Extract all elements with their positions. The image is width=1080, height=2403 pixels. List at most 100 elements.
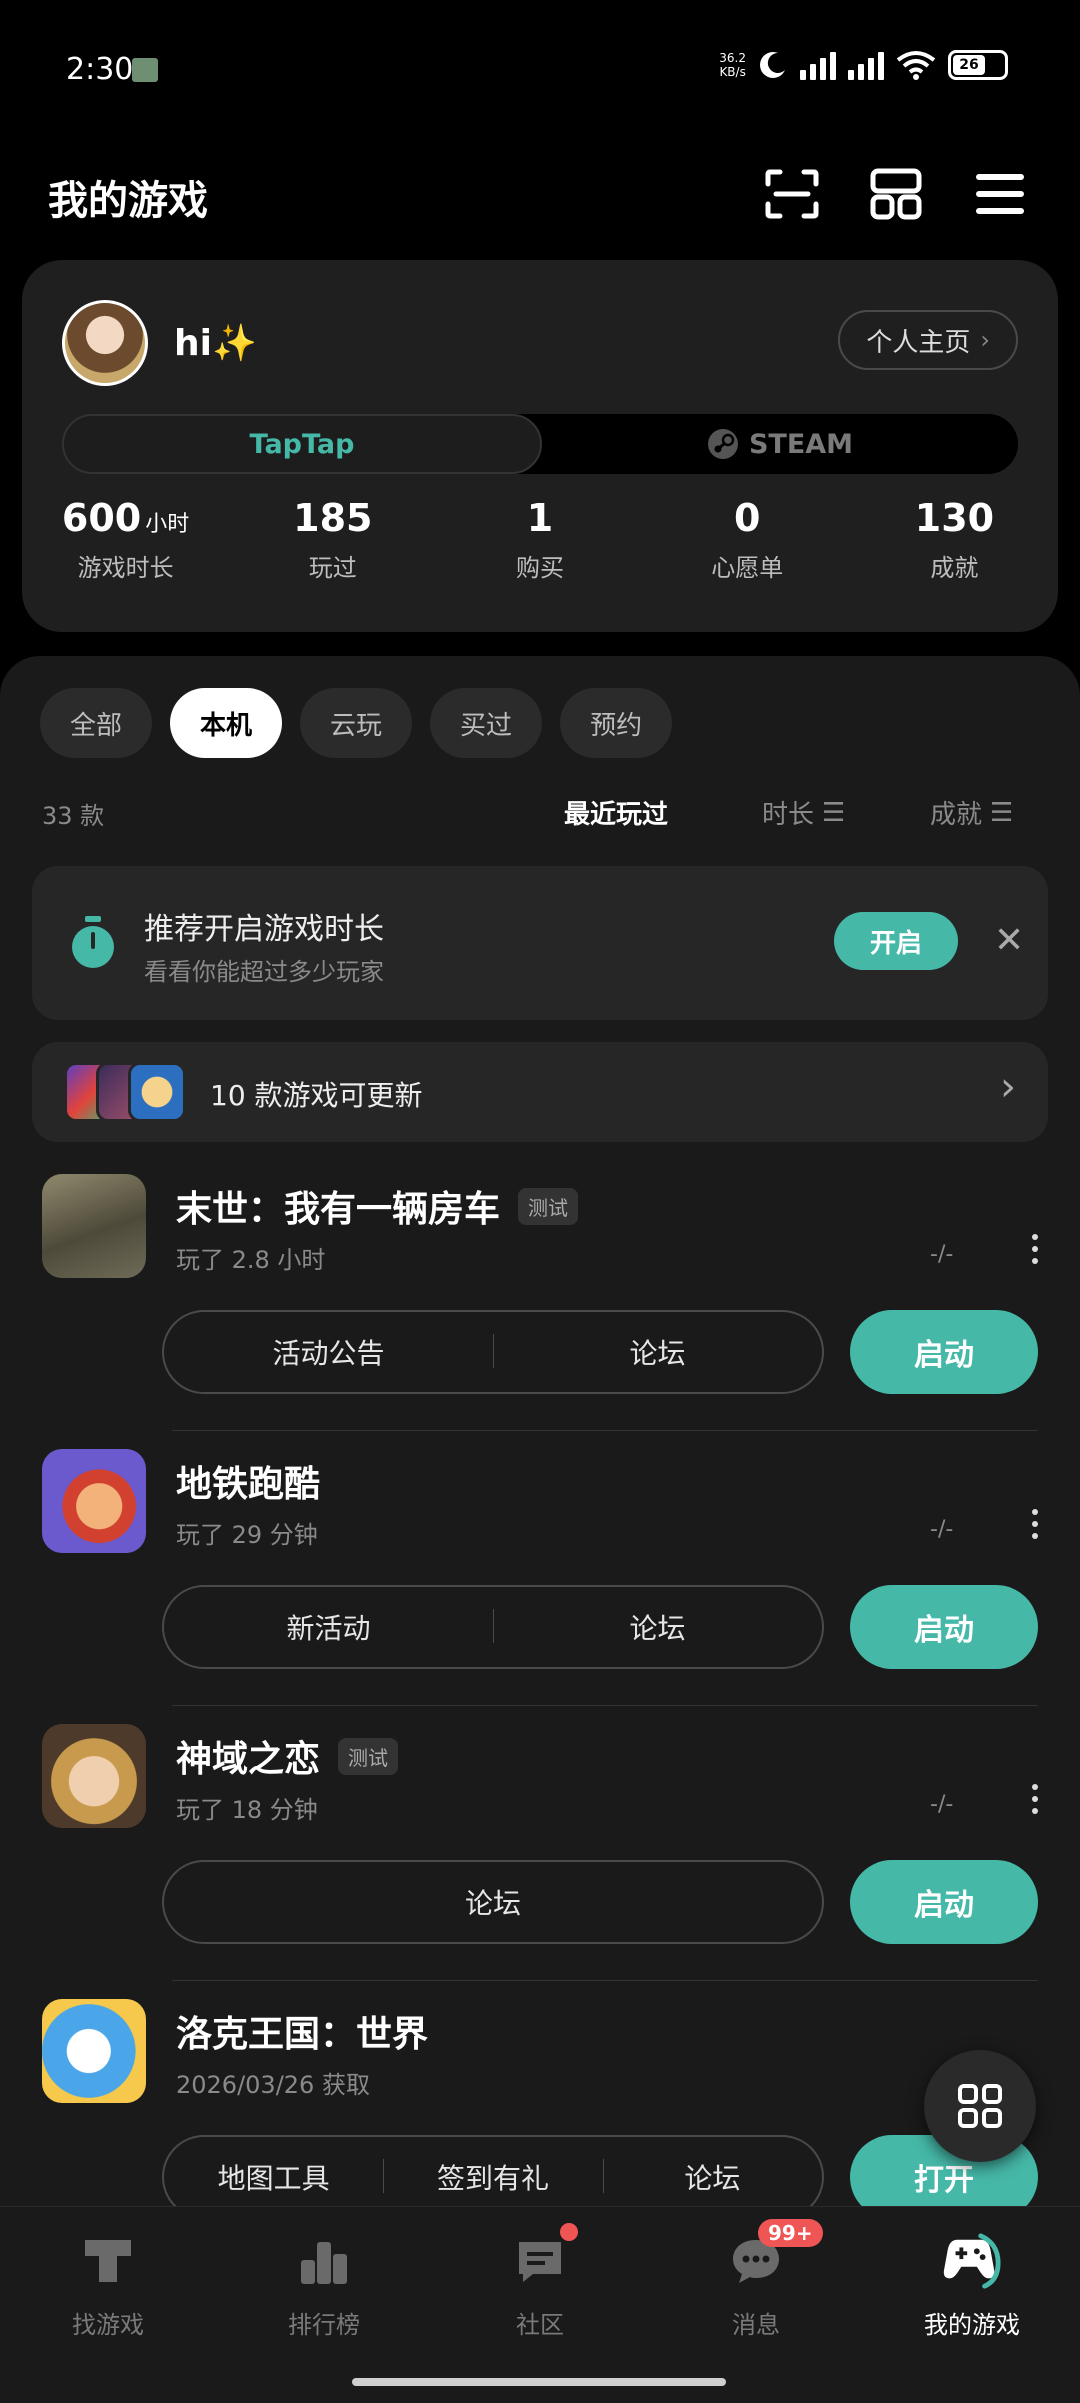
avatar[interactable] bbox=[62, 300, 148, 386]
stat-played[interactable]: 185 玩过 bbox=[229, 496, 436, 583]
bottom-nav: 找游戏 排行榜 社区 99+ 消息 我的游戏 bbox=[0, 2206, 1080, 2403]
nav-label: 排行榜 bbox=[288, 2311, 360, 2339]
tab-steam-label: STEAM bbox=[748, 428, 854, 460]
sort-recent[interactable]: 最近玩过 bbox=[564, 794, 668, 831]
stat-playtime[interactable]: 600 小时游戏时长 bbox=[22, 496, 229, 583]
chip-local[interactable]: 本机 bbox=[170, 688, 283, 758]
stat-value: 0 bbox=[733, 496, 761, 540]
game-rating: -/- bbox=[930, 1792, 954, 1817]
stopwatch-icon bbox=[72, 916, 114, 968]
stat-unit: 小时 bbox=[145, 512, 190, 537]
game-playtime: 玩了 2.8 小时 bbox=[176, 1246, 326, 1274]
sort-duration-label: 时长 bbox=[762, 800, 815, 830]
launch-button[interactable]: 启动 bbox=[850, 1310, 1038, 1394]
game-title-text: 洛克王国：世界 bbox=[176, 2014, 429, 2055]
more-options-icon[interactable] bbox=[1030, 1509, 1040, 1539]
game-links: 活动公告 论坛 bbox=[162, 1310, 824, 1394]
stat-value: 600 bbox=[61, 496, 142, 540]
launch-button[interactable]: 启动 bbox=[850, 1585, 1038, 1669]
game-playtime: 玩了 29 分钟 bbox=[176, 1521, 318, 1549]
game-icon[interactable] bbox=[42, 1449, 146, 1553]
game-title[interactable]: 地铁跑酷 bbox=[176, 1455, 320, 1507]
test-tag: 测试 bbox=[518, 1187, 579, 1225]
stat-achievements[interactable]: 130 成就 bbox=[851, 496, 1058, 583]
update-game-icons bbox=[64, 1062, 188, 1122]
nav-find-games[interactable]: 找游戏 bbox=[0, 2207, 216, 2403]
notification-thumbnail-icon bbox=[132, 58, 158, 82]
chip-cloud[interactable]: 云玩 bbox=[300, 688, 413, 758]
playtime-tip-card: 推荐开启游戏时长 看看你能超过多少玩家 开启 ✕ bbox=[32, 866, 1048, 1020]
close-icon[interactable]: ✕ bbox=[994, 920, 1024, 961]
unread-badge: 99+ bbox=[758, 2219, 823, 2247]
stat-label: 玩过 bbox=[308, 554, 357, 582]
game-icon[interactable] bbox=[42, 1724, 146, 1828]
nav-label: 社区 bbox=[516, 2311, 564, 2339]
moon-icon bbox=[760, 52, 785, 78]
stat-label: 游戏时长 bbox=[77, 554, 174, 582]
enable-button[interactable]: 开启 bbox=[834, 912, 958, 970]
stats-row: 600 小时游戏时长 185 玩过 1 购买 0 心愿单 130 成就 bbox=[22, 496, 1058, 583]
game-item: 地铁跑酷 玩了 29 分钟 -/- 新活动 论坛 启动 bbox=[0, 1449, 1080, 1723]
tip-subtitle: 看看你能超过多少玩家 bbox=[144, 958, 384, 986]
grid-layout-icon[interactable] bbox=[864, 162, 928, 226]
game-title-text: 地铁跑酷 bbox=[176, 1464, 321, 1505]
grid-icon bbox=[958, 2084, 1002, 2128]
divider bbox=[172, 1430, 1038, 1431]
game-rating: -/- bbox=[930, 1517, 954, 1542]
community-icon bbox=[510, 2223, 578, 2291]
ranking-icon bbox=[294, 2231, 354, 2291]
stat-purchased[interactable]: 1 购买 bbox=[436, 496, 643, 583]
game-icon[interactable] bbox=[42, 1174, 146, 1278]
game-title[interactable]: 末世：我有一辆房车 测试 bbox=[176, 1180, 579, 1232]
sort-duration[interactable]: 时长 ☰ bbox=[762, 794, 845, 831]
tab-steam[interactable]: STEAM bbox=[542, 414, 1018, 474]
nav-community[interactable]: 社区 bbox=[432, 2207, 648, 2403]
game-item: 神域之恋 测试 玩了 18 分钟 -/- 论坛 启动 bbox=[0, 1724, 1080, 1998]
nav-my-games[interactable]: 我的游戏 bbox=[864, 2207, 1080, 2403]
nav-messages[interactable]: 99+ 消息 bbox=[648, 2207, 864, 2403]
sort-icon: ☰ bbox=[822, 797, 846, 828]
chip-reserved[interactable]: 预约 bbox=[560, 688, 673, 758]
scan-icon[interactable] bbox=[760, 162, 824, 226]
stat-wishlist[interactable]: 0 心愿单 bbox=[644, 496, 851, 583]
hamburger-menu-icon[interactable] bbox=[968, 162, 1032, 226]
homepage-button[interactable]: 个人主页 › bbox=[838, 310, 1018, 370]
link-map-tool[interactable]: 地图工具 bbox=[164, 2157, 383, 2197]
network-speed: 36.2 KB/s bbox=[719, 51, 746, 79]
chip-bought[interactable]: 买过 bbox=[430, 688, 543, 758]
tab-taptap[interactable]: TapTap bbox=[62, 414, 542, 474]
test-tag: 测试 bbox=[338, 1737, 399, 1775]
launch-button[interactable]: 启动 bbox=[850, 1860, 1038, 1944]
link-announcement[interactable]: 活动公告 bbox=[164, 1332, 493, 1372]
sort-achievement[interactable]: 成就 ☰ bbox=[930, 794, 1013, 831]
game-playtime: 玩了 18 分钟 bbox=[176, 1796, 318, 1824]
link-forum[interactable]: 论坛 bbox=[493, 1607, 822, 1647]
home-indicator[interactable] bbox=[352, 2378, 726, 2386]
update-card[interactable]: 10 款游戏可更新 › bbox=[32, 1042, 1048, 1142]
nav-ranking[interactable]: 排行榜 bbox=[216, 2207, 432, 2403]
battery-icon: 26 bbox=[948, 50, 1008, 80]
more-options-icon[interactable] bbox=[1030, 1234, 1040, 1264]
link-forum[interactable]: 论坛 bbox=[602, 2157, 822, 2197]
sort-achievement-label: 成就 bbox=[930, 800, 983, 830]
link-forum[interactable]: 论坛 bbox=[164, 1882, 822, 1922]
link-checkin-reward[interactable]: 签到有礼 bbox=[383, 2157, 602, 2197]
quick-grid-button[interactable] bbox=[924, 2050, 1036, 2162]
game-rating: -/- bbox=[930, 1242, 954, 1267]
user-name: hi✨ bbox=[174, 323, 257, 364]
tip-title: 推荐开启游戏时长 bbox=[144, 912, 384, 947]
game-title[interactable]: 洛克王国：世界 bbox=[176, 2005, 428, 2057]
link-new-event[interactable]: 新活动 bbox=[164, 1607, 493, 1647]
steam-icon bbox=[707, 429, 738, 459]
my-games-icon bbox=[942, 2231, 1002, 2291]
stat-label: 心愿单 bbox=[711, 554, 784, 582]
platform-toggle: TapTap STEAM bbox=[62, 414, 1018, 474]
chip-all[interactable]: 全部 bbox=[40, 688, 153, 758]
more-options-icon[interactable] bbox=[1030, 1784, 1040, 1814]
link-forum[interactable]: 论坛 bbox=[493, 1332, 822, 1372]
status-time: 2:30 bbox=[66, 52, 134, 87]
game-icon[interactable] bbox=[42, 1999, 146, 2103]
game-title-text: 神域之恋 bbox=[176, 1739, 321, 1780]
game-title[interactable]: 神域之恋 测试 bbox=[176, 1730, 399, 1782]
sort-recent-label: 最近玩过 bbox=[564, 800, 669, 830]
